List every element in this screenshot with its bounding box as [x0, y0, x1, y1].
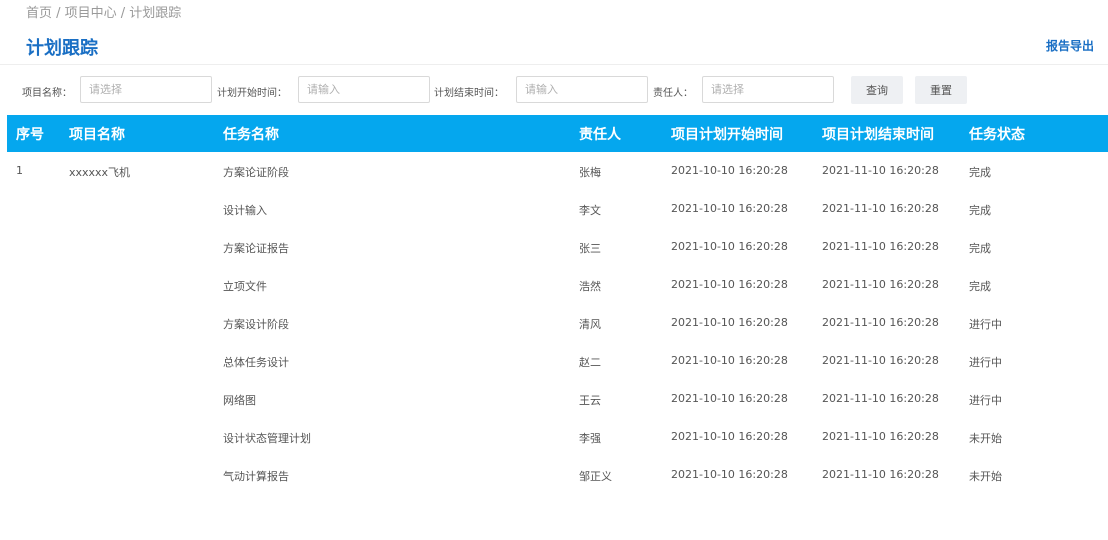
cell-task: 设计输入 [223, 204, 267, 217]
table-row[interactable]: 方案设计阶段 清风 2021-10-10 16:20:28 2021-11-10… [7, 304, 1108, 342]
table-row[interactable]: 网络图 王云 2021-10-10 16:20:28 2021-11-10 16… [7, 380, 1108, 418]
cell-task: 气动计算报告 [223, 470, 289, 483]
table-row[interactable]: 设计输入 李文 2021-10-10 16:20:28 2021-11-10 1… [7, 190, 1108, 228]
cell-start-time: 2021-10-10 16:20:28 [671, 430, 788, 443]
cell-end-time: 2021-11-10 16:20:28 [822, 354, 939, 367]
cell-status: 进行中 [969, 394, 1002, 407]
cell-start-time: 2021-10-10 16:20:28 [671, 316, 788, 329]
table-row[interactable]: 设计状态管理计划 李强 2021-10-10 16:20:28 2021-11-… [7, 418, 1108, 456]
cell-status: 完成 [969, 242, 991, 255]
cell-end-time: 2021-11-10 16:20:28 [822, 468, 939, 481]
export-report-button[interactable]: 报告导出 [1046, 37, 1094, 54]
cell-task: 方案论证阶段 [223, 166, 289, 179]
column-header-status: 任务状态 [969, 127, 1025, 143]
cell-owner: 王云 [579, 394, 601, 407]
start-time-input[interactable] [298, 76, 430, 103]
cell-status: 进行中 [969, 318, 1002, 331]
cell-task: 立项文件 [223, 280, 267, 293]
start-time-label: 计划开始时间： [217, 88, 287, 99]
cell-owner: 清风 [579, 318, 601, 331]
table-row[interactable]: 1 xxxxxx飞机 方案论证阶段 张梅 2021-10-10 16:20:28… [7, 152, 1108, 190]
project-name-label: 项目名称： [22, 88, 72, 99]
breadcrumb[interactable]: 首页 / 项目中心 / 计划跟踪 [26, 2, 181, 21]
cell-end-time: 2021-11-10 16:20:28 [822, 392, 939, 405]
cell-end-time: 2021-11-10 16:20:28 [822, 430, 939, 443]
cell-status: 完成 [969, 166, 991, 179]
end-time-label: 计划结束时间： [434, 88, 504, 99]
cell-start-time: 2021-10-10 16:20:28 [671, 392, 788, 405]
cell-end-time: 2021-11-10 16:20:28 [822, 278, 939, 291]
cell-start-time: 2021-10-10 16:20:28 [671, 202, 788, 215]
column-header-project: 项目名称 [69, 127, 125, 143]
cell-task: 设计状态管理计划 [223, 432, 311, 445]
cell-start-time: 2021-10-10 16:20:28 [671, 354, 788, 367]
cell-status: 完成 [969, 280, 991, 293]
reset-button[interactable]: 重置 [915, 76, 967, 104]
project-name-select[interactable] [80, 76, 212, 103]
table-row[interactable]: 气动计算报告 邹正义 2021-10-10 16:20:28 2021-11-1… [7, 456, 1108, 494]
cell-project: xxxxxx飞机 [69, 166, 131, 179]
cell-task: 总体任务设计 [223, 356, 289, 369]
header-divider [0, 64, 1108, 65]
cell-owner: 张梅 [579, 166, 601, 179]
filter-bar: 项目名称： 计划开始时间： 计划结束时间： 责任人： 查询 重置 [0, 76, 1108, 105]
column-header-task: 任务名称 [223, 127, 279, 143]
cell-status: 完成 [969, 204, 991, 217]
table-row[interactable]: 立项文件 浩然 2021-10-10 16:20:28 2021-11-10 1… [7, 266, 1108, 304]
cell-task: 方案设计阶段 [223, 318, 289, 331]
table-row[interactable]: 总体任务设计 赵二 2021-10-10 16:20:28 2021-11-10… [7, 342, 1108, 380]
end-time-input[interactable] [516, 76, 648, 103]
cell-seq: 1 [16, 164, 23, 177]
cell-owner: 邹正义 [579, 470, 612, 483]
cell-end-time: 2021-11-10 16:20:28 [822, 202, 939, 215]
cell-owner: 张三 [579, 242, 601, 255]
table-header: 序号 项目名称 任务名称 责任人 项目计划开始时间 项目计划结束时间 任务状态 [7, 115, 1108, 152]
query-button[interactable]: 查询 [851, 76, 903, 104]
cell-start-time: 2021-10-10 16:20:28 [671, 278, 788, 291]
cell-start-time: 2021-10-10 16:20:28 [671, 240, 788, 253]
table-row[interactable]: 方案论证报告 张三 2021-10-10 16:20:28 2021-11-10… [7, 228, 1108, 266]
cell-start-time: 2021-10-10 16:20:28 [671, 468, 788, 481]
cell-owner: 李强 [579, 432, 601, 445]
cell-end-time: 2021-11-10 16:20:28 [822, 164, 939, 177]
cell-owner: 赵二 [579, 356, 601, 369]
cell-owner: 浩然 [579, 280, 601, 293]
cell-status: 进行中 [969, 356, 1002, 369]
cell-end-time: 2021-11-10 16:20:28 [822, 316, 939, 329]
cell-owner: 李文 [579, 204, 601, 217]
cell-start-time: 2021-10-10 16:20:28 [671, 164, 788, 177]
cell-task: 网络图 [223, 394, 256, 407]
cell-status: 未开始 [969, 470, 1002, 483]
column-header-end-time: 项目计划结束时间 [822, 127, 934, 143]
column-header-start-time: 项目计划开始时间 [671, 127, 783, 143]
cell-end-time: 2021-11-10 16:20:28 [822, 240, 939, 253]
cell-task: 方案论证报告 [223, 242, 289, 255]
page-title: 计划跟踪 [26, 38, 98, 59]
column-header-seq: 序号 [16, 127, 44, 143]
owner-label: 责任人： [653, 88, 693, 99]
owner-select[interactable] [702, 76, 834, 103]
column-header-owner: 责任人 [579, 127, 621, 143]
cell-status: 未开始 [969, 432, 1002, 445]
